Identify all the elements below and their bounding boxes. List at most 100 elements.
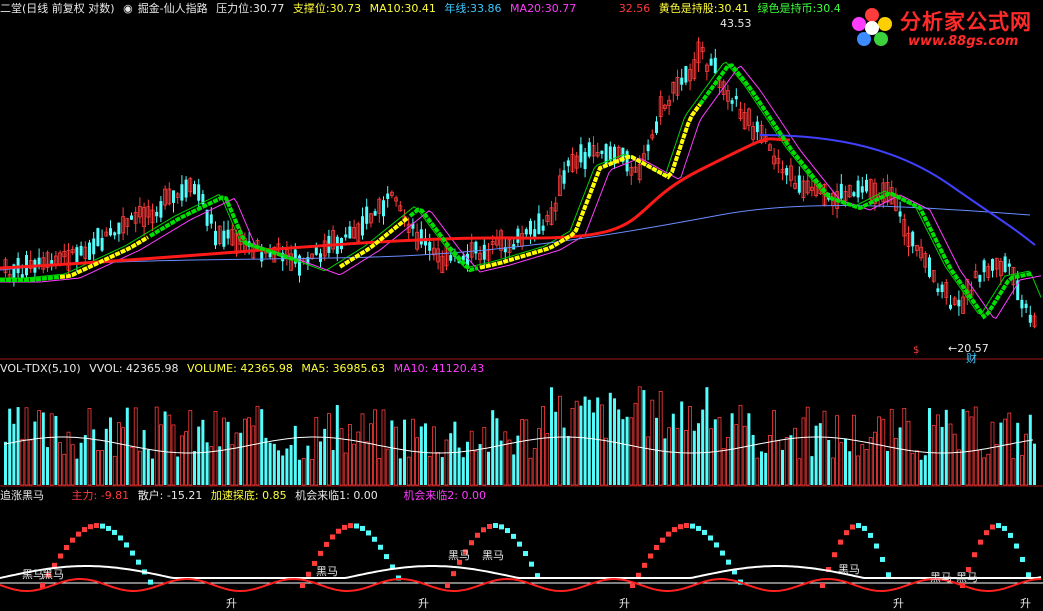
volume-bar-up <box>541 406 545 486</box>
main-force-block-up <box>336 528 341 534</box>
main-force-block-down <box>690 523 695 529</box>
volume-bar-up <box>537 428 541 486</box>
vol-indicator-name[interactable]: VOL-TDX(5,10) <box>0 362 81 375</box>
main-force-block-down <box>366 530 371 536</box>
volume-bar-down <box>163 411 167 485</box>
volume-bar-down <box>260 409 264 485</box>
heima-signal-1: 黑马 <box>22 568 44 581</box>
main-force-block-up <box>678 524 683 530</box>
main-force-block-down <box>378 544 383 550</box>
main-force-block-up <box>684 523 689 529</box>
main-force-block-up <box>70 537 75 543</box>
volume-bar-down <box>781 449 784 485</box>
volume-bar-down <box>268 442 272 485</box>
volume-bar-down <box>457 447 461 485</box>
volume-bar-up <box>255 405 260 486</box>
main-force-block-up <box>672 527 677 533</box>
volume-bar-down <box>197 426 201 485</box>
candle-body-down <box>419 229 423 245</box>
volume-bar-down <box>566 435 570 485</box>
main-force-block-up <box>469 540 474 546</box>
volume-bar-up <box>868 436 873 486</box>
main-force-block-down <box>886 572 891 578</box>
volume-bar-down <box>550 387 553 485</box>
volume-bar-down <box>487 451 490 485</box>
volume-bar-down <box>41 412 45 485</box>
volume-bar-down <box>692 430 696 485</box>
volume-bar-down <box>596 397 600 485</box>
heima-signal-4: 黑马 <box>448 549 470 562</box>
volume-bar-up <box>137 450 142 486</box>
volume-label: VOLUME: <box>187 362 237 375</box>
volume-bar-down <box>747 413 751 485</box>
volume-bar-down <box>592 412 595 485</box>
main-force-block-down <box>868 532 873 538</box>
candle-body-down <box>957 299 961 307</box>
chart-stage[interactable] <box>0 0 1043 610</box>
volume-bar-down <box>923 455 927 485</box>
volume-bar-up <box>473 450 478 486</box>
candle-body-down <box>344 234 348 238</box>
volume-bar-up <box>797 458 802 486</box>
volume-bar-down <box>16 407 20 485</box>
volume-bar-up <box>221 417 226 486</box>
volume-bar-down <box>751 434 755 485</box>
volume-chart-area[interactable] <box>3 386 1036 486</box>
volume-bar-down <box>449 433 453 485</box>
volume-bar-down <box>583 396 587 485</box>
volume-bar-up <box>1020 455 1024 486</box>
candle-body-down <box>180 184 184 201</box>
volume-bar-up <box>158 424 163 486</box>
main-force-value: -9.81 <box>100 489 130 502</box>
volume-bar-up <box>667 427 671 486</box>
sheng-signal-3: 升 <box>619 597 630 610</box>
volume-bar-down <box>205 442 209 485</box>
candle-body-down <box>991 259 994 271</box>
volume-bar-up <box>368 423 373 486</box>
candle-body-down <box>1007 263 1011 267</box>
candle-body-down <box>88 242 91 260</box>
candle-body-down <box>755 121 759 133</box>
volume-bar-up <box>684 430 688 486</box>
volume-bar-up <box>805 406 810 486</box>
volume-bar-down <box>125 407 129 485</box>
main-force-block-up <box>487 523 492 529</box>
indicator-name[interactable]: 掘金-仙人指路 <box>138 2 208 15</box>
main-force-block-up <box>348 523 353 529</box>
volume-bar-down <box>285 448 289 485</box>
main-force-block-down <box>360 525 365 531</box>
volume-bar-down <box>264 437 268 485</box>
volume-bar-up <box>129 447 134 486</box>
main-force-block-down <box>708 535 713 541</box>
volume-bar-up <box>742 425 747 486</box>
main-force-block-up <box>978 539 983 545</box>
volume-bar-up <box>801 417 806 486</box>
price-low-tag: 财 <box>966 352 977 365</box>
volume-bar-down <box>193 451 196 485</box>
chance1-label: 机会来临1: <box>295 489 350 502</box>
main-force-block-up <box>58 553 63 559</box>
sub-indicator-name[interactable]: 追涨黑马 <box>0 489 44 502</box>
volume-bar-up <box>629 417 634 486</box>
volume-bar-up <box>856 455 860 486</box>
site-logo[interactable]: 分析家公式网 www.88gs.com <box>848 2 1043 54</box>
candle-body-down <box>155 211 159 217</box>
indicator-chart-area[interactable] <box>0 523 1043 593</box>
volume-bar-up <box>688 406 692 486</box>
volume-bar-up <box>406 456 411 486</box>
volume-bar-up <box>377 457 382 486</box>
volume-bar-up <box>650 399 655 486</box>
volume-bar-down <box>621 419 625 485</box>
volume-bar-up <box>385 448 390 486</box>
ma10-label: MA10: <box>369 2 405 15</box>
volume-bar-up <box>394 426 399 486</box>
main-force-block-up <box>481 527 486 533</box>
candle-body-down <box>1003 256 1007 272</box>
price-chart-area[interactable] <box>0 37 1043 487</box>
volume-bar-down <box>46 447 49 485</box>
volume-bar-up <box>234 432 239 486</box>
main-force-block-down <box>523 551 528 557</box>
heima-signal-7: 黑马 <box>930 571 952 584</box>
volume-bar-up <box>604 437 608 486</box>
candle-body-down <box>209 214 213 224</box>
